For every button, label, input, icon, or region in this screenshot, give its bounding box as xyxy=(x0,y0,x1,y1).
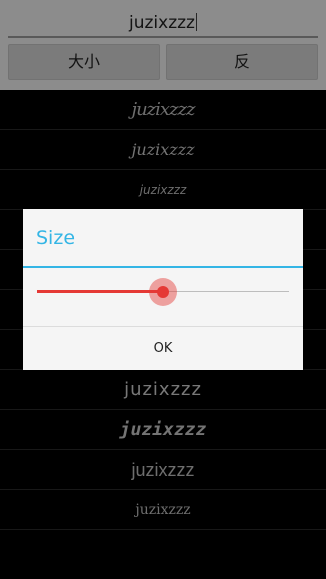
ok-button[interactable]: OK xyxy=(23,327,303,370)
dialog-title: Size xyxy=(36,227,76,249)
title-divider xyxy=(23,266,303,268)
slider-thumb[interactable] xyxy=(157,286,169,298)
slider-fill xyxy=(37,290,163,293)
size-dialog: Size OK xyxy=(23,209,303,370)
size-slider[interactable] xyxy=(37,274,289,310)
